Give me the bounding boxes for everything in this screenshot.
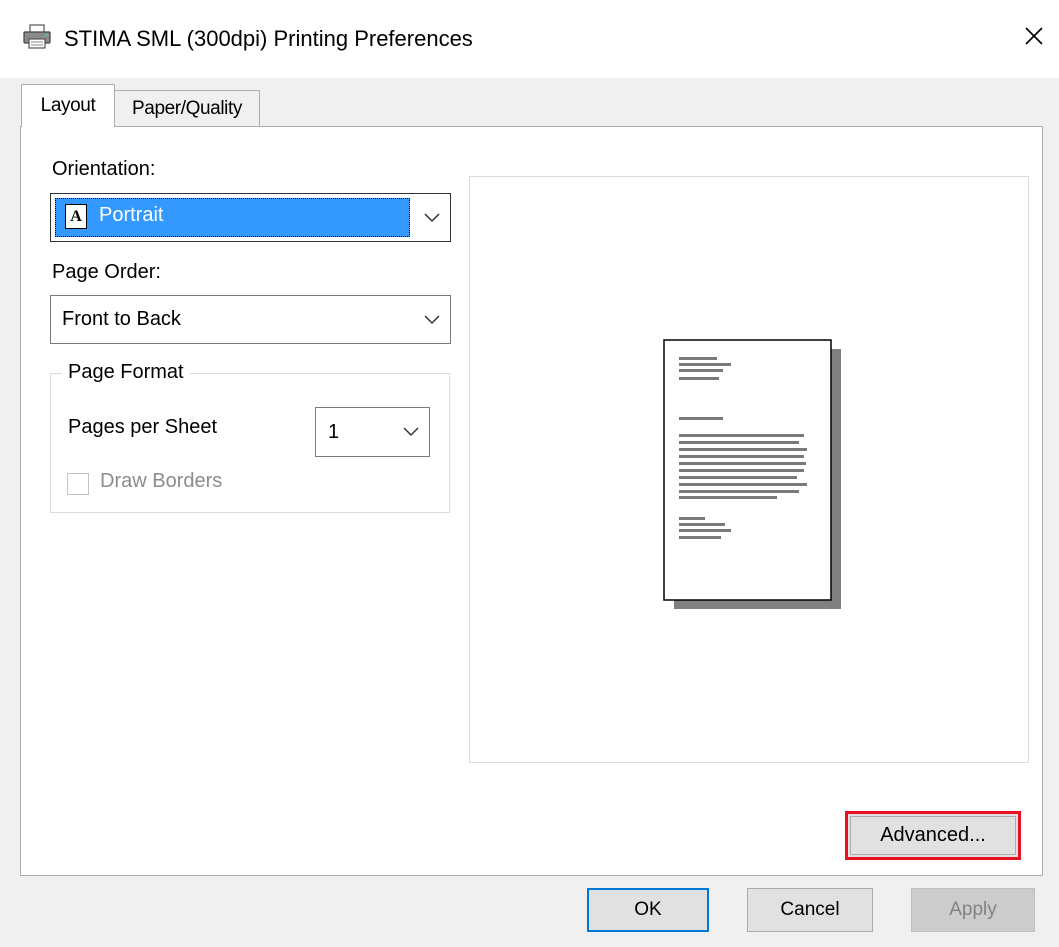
orientation-label: Orientation: (52, 158, 156, 180)
document-preview-icon (663, 339, 841, 609)
chevron-down-icon (424, 212, 440, 222)
window-title: STIMA SML (300dpi) Printing Preferences (64, 26, 473, 51)
pages-per-sheet-value: 1 (328, 421, 340, 443)
advanced-button[interactable]: Advanced... (845, 811, 1021, 860)
close-button[interactable] (1014, 18, 1054, 58)
orientation-value: Portrait (99, 204, 164, 226)
page-preview (469, 176, 1029, 763)
draw-borders-checkbox[interactable] (67, 473, 89, 495)
apply-button[interactable]: Apply (911, 888, 1035, 932)
draw-borders-label: Draw Borders (100, 470, 223, 492)
orientation-dropdown[interactable]: A Portrait (50, 193, 451, 242)
ok-button-label: OK (634, 899, 662, 920)
ok-button[interactable]: OK (587, 888, 709, 932)
pages-per-sheet-label: Pages per Sheet (68, 416, 217, 438)
tab-label: Paper/Quality (132, 97, 242, 119)
orientation-selected-value: A Portrait (55, 198, 410, 237)
close-icon (1024, 26, 1044, 51)
apply-button-label: Apply (949, 899, 997, 920)
portrait-page-icon: A (65, 204, 87, 229)
tab-paper-quality[interactable]: Paper/Quality (114, 90, 260, 126)
advanced-button-label: Advanced... (850, 816, 1016, 855)
title-bar: STIMA SML (300dpi) Printing Preferences (0, 0, 1059, 78)
tab-label: Layout (40, 95, 96, 116)
cancel-button-label: Cancel (780, 899, 840, 920)
tab-layout[interactable]: Layout (21, 84, 115, 127)
chevron-down-icon (424, 314, 440, 324)
page-format-legend: Page Format (62, 361, 190, 384)
cancel-button[interactable]: Cancel (747, 888, 873, 932)
page-order-dropdown[interactable]: Front to Back (50, 295, 451, 344)
page-order-label: Page Order: (52, 261, 161, 283)
printer-icon (22, 24, 52, 50)
chevron-down-icon (403, 427, 419, 437)
page-order-value: Front to Back (62, 308, 181, 330)
pages-per-sheet-dropdown[interactable]: 1 (315, 407, 430, 457)
